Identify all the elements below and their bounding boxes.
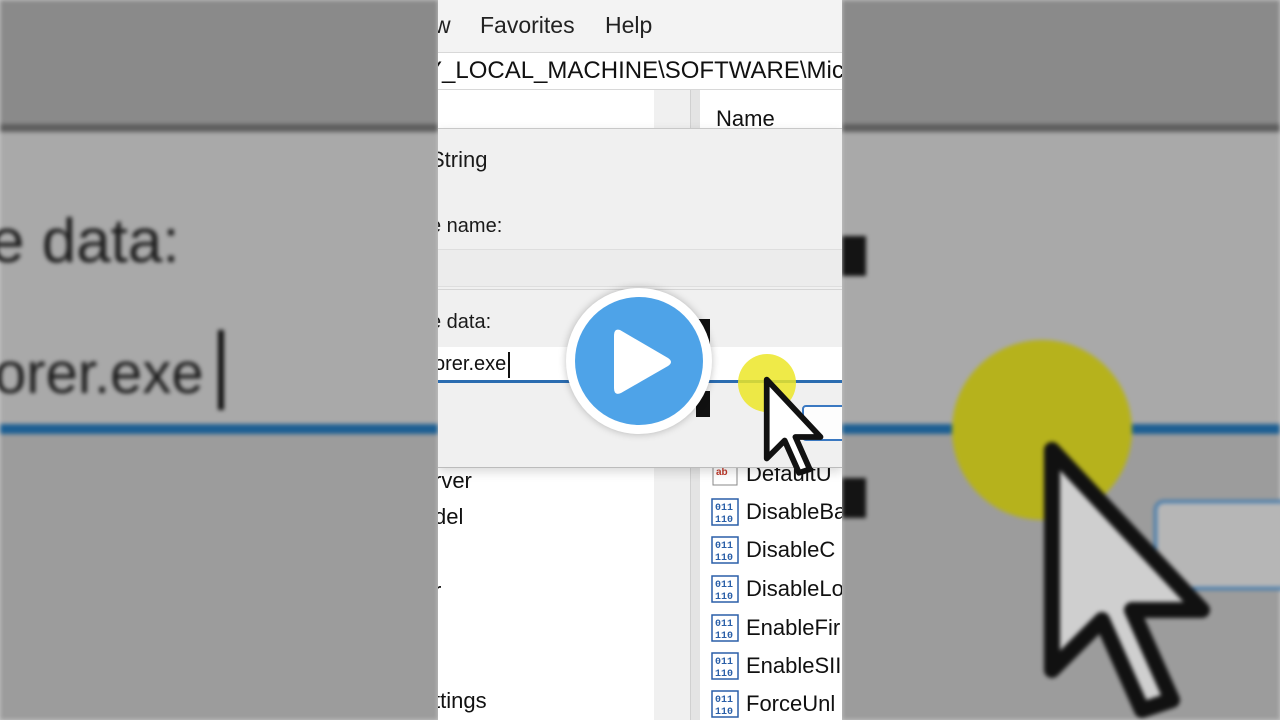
- list-item[interactable]: 011 110 DisableC: [710, 532, 835, 568]
- text-caret: [508, 352, 510, 378]
- zoomed-cursor-arrow-icon: [1044, 442, 1210, 718]
- svg-text:110: 110: [715, 553, 733, 564]
- value-name: DisableLo: [746, 576, 842, 601]
- binary-value-icon: 011 110: [710, 689, 740, 719]
- value-name-label: e name:: [438, 215, 503, 237]
- address-bar[interactable]: Y_LOCAL_MACHINE\SOFTWARE\Micro: [438, 52, 842, 90]
- value-name: DisableC: [746, 537, 836, 562]
- video-play-button[interactable]: [566, 288, 712, 434]
- play-icon: [614, 329, 671, 394]
- value-name: ForceUnl: [746, 691, 836, 716]
- binary-value-icon: 011 110: [710, 574, 740, 604]
- svg-text:011: 011: [715, 657, 733, 668]
- zoomed-text-caret: [218, 330, 224, 410]
- values-list-header: Name: [700, 90, 842, 132]
- svg-text:110: 110: [715, 707, 733, 718]
- list-item[interactable]: 011 110 ForceUnl: [710, 686, 835, 720]
- menu-view[interactable]: w: [438, 12, 451, 39]
- menu-favorites[interactable]: Favorites: [480, 12, 575, 39]
- svg-text:110: 110: [715, 631, 733, 642]
- list-item[interactable]: 011 110 DisableBa: [710, 494, 842, 530]
- list-item[interactable]: 011 110 EnableSII: [710, 648, 841, 684]
- zoomed-dark-mark: [842, 236, 866, 276]
- svg-text:011: 011: [715, 580, 733, 591]
- value-data-label: e data:: [438, 311, 492, 333]
- list-item[interactable]: 011 110 EnableFir: [710, 610, 840, 646]
- value-name-field: [438, 249, 842, 287]
- tree-item[interactable]: rver: [438, 468, 472, 494]
- value-name: EnableSII: [746, 653, 842, 678]
- tree-item[interactable]: del: [438, 504, 463, 530]
- svg-text:110: 110: [715, 669, 733, 680]
- address-path: Y_LOCAL_MACHINE\SOFTWARE\Micro: [438, 57, 842, 84]
- value-name: DisableBa: [746, 499, 842, 524]
- tree-item[interactable]: ttings: [438, 688, 487, 714]
- left-zoom-panel: e data: orer.exe: [0, 0, 438, 720]
- svg-text:011: 011: [715, 695, 733, 706]
- binary-value-icon: 011 110: [710, 613, 740, 643]
- list-item[interactable]: 011 110 DisableLo: [710, 571, 842, 607]
- value-data-text: orer.exe: [438, 353, 507, 375]
- cursor-arrow-icon: [763, 376, 824, 476]
- tree-item[interactable]: r: [438, 578, 441, 604]
- svg-text:011: 011: [715, 503, 733, 514]
- zoomed-value-data-text: orer.exe: [0, 341, 204, 406]
- zoomed-dark-mark: [842, 478, 866, 518]
- right-zoom-panel: [842, 0, 1280, 720]
- zoomed-value-data-label: e data:: [0, 207, 180, 276]
- menu-help[interactable]: Help: [605, 12, 652, 39]
- dialog-title: String: [438, 147, 488, 172]
- menu-bar: w Favorites Help: [438, 0, 842, 52]
- binary-value-icon: 011 110: [710, 651, 740, 681]
- svg-text:011: 011: [715, 541, 733, 552]
- binary-value-icon: 011 110: [710, 535, 740, 565]
- svg-text:011: 011: [715, 619, 733, 630]
- svg-text:110: 110: [715, 515, 733, 526]
- value-name: EnableFir: [746, 615, 841, 640]
- svg-text:ab: ab: [716, 467, 728, 478]
- svg-text:110: 110: [715, 592, 733, 603]
- binary-value-icon: 011 110: [710, 497, 740, 527]
